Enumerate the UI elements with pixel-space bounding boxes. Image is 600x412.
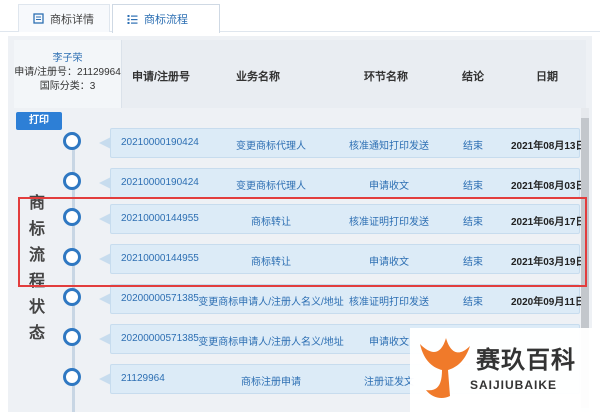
cell-number: 20210000190424 — [121, 177, 199, 188]
tab-trademark-process[interactable]: 商标流程 — [112, 4, 220, 33]
cell-step: 申请收文 — [369, 181, 409, 192]
tab-label: 商标详情 — [50, 13, 94, 26]
cell-business: 变更商标申请人/注册人名义/地址 — [198, 337, 344, 348]
cell-business: 变更商标代理人 — [236, 181, 306, 192]
timeline-node — [63, 328, 81, 346]
applicant-name[interactable]: 李子荣 — [14, 52, 121, 66]
watermark-subtitle: SAIJIUBAIKE — [470, 378, 558, 392]
column-header-date: 日期 — [536, 71, 558, 83]
cell-result: 结束 — [463, 141, 483, 152]
column-header-result: 结论 — [462, 71, 484, 83]
watermark-logo: 赛玖百科 SAIJIUBAIKE — [410, 328, 600, 412]
cell-business: 变更商标代理人 — [236, 141, 306, 152]
cell-date: 2020年09月11日 — [511, 297, 585, 308]
column-header-number: 申请/注册号 — [132, 71, 191, 83]
cell-number: 20200000571385 — [121, 293, 199, 304]
cell-number: 21129964 — [121, 373, 165, 384]
whale-tail-icon — [420, 338, 470, 398]
highlight-box — [18, 197, 587, 287]
cell-step: 核准证明打印发送 — [349, 297, 429, 308]
document-icon — [33, 13, 44, 24]
timeline-node — [63, 172, 81, 190]
cell-result: 结束 — [463, 181, 483, 192]
registration-number: 申请/注册号：21129964 — [14, 67, 121, 78]
trademark-info: 李子荣 申请/注册号：21129964 国际分类：3 — [14, 40, 122, 108]
cell-result: 结束 — [463, 297, 483, 308]
international-class: 国际分类：3 — [39, 81, 96, 92]
timeline-node — [63, 368, 81, 386]
print-button[interactable]: 打印 — [16, 112, 62, 130]
timeline-node — [63, 288, 81, 306]
cell-date: 2021年08月03日 — [511, 181, 586, 192]
list-icon — [127, 14, 138, 24]
process-row[interactable]: 20210000190424 变更商标代理人 申请收文 结束 2021年08月03日 — [99, 168, 586, 198]
cell-step: 申请收文 — [369, 337, 409, 348]
table-header: 李子荣 申请/注册号：21129964 国际分类：3 申请/注册号 业务名称 环… — [14, 40, 586, 108]
tab-label: 商标流程 — [144, 14, 188, 26]
cell-business: 商标注册申请 — [241, 377, 301, 388]
cell-number: 20210000190424 — [121, 137, 199, 148]
cell-number: 20200000571385 — [121, 333, 199, 344]
column-header-business: 业务名称 — [236, 71, 280, 83]
process-row[interactable]: 20210000190424 变更商标代理人 核准通知打印发送 结束 2021年08月1… — [99, 128, 586, 158]
cell-business: 变更商标申请人/注册人名义/地址 — [198, 297, 344, 308]
cell-step: 核准通知打印发送 — [349, 141, 429, 152]
tab-trademark-details[interactable]: 商标详情 — [18, 4, 110, 32]
column-header-step: 环节名称 — [364, 71, 408, 83]
process-row[interactable]: 20200000571385 变更商标申请人/注册人名义/地址 核准证明打印发送 结束… — [99, 284, 585, 314]
timeline-node — [63, 132, 81, 150]
tab-bar: 商标详情 商标流程 — [0, 0, 600, 33]
cell-date: 2021年08月13日 — [511, 141, 586, 152]
cell-step: 注册证发文 — [364, 377, 414, 388]
watermark-title: 赛玖百科 — [476, 346, 576, 374]
